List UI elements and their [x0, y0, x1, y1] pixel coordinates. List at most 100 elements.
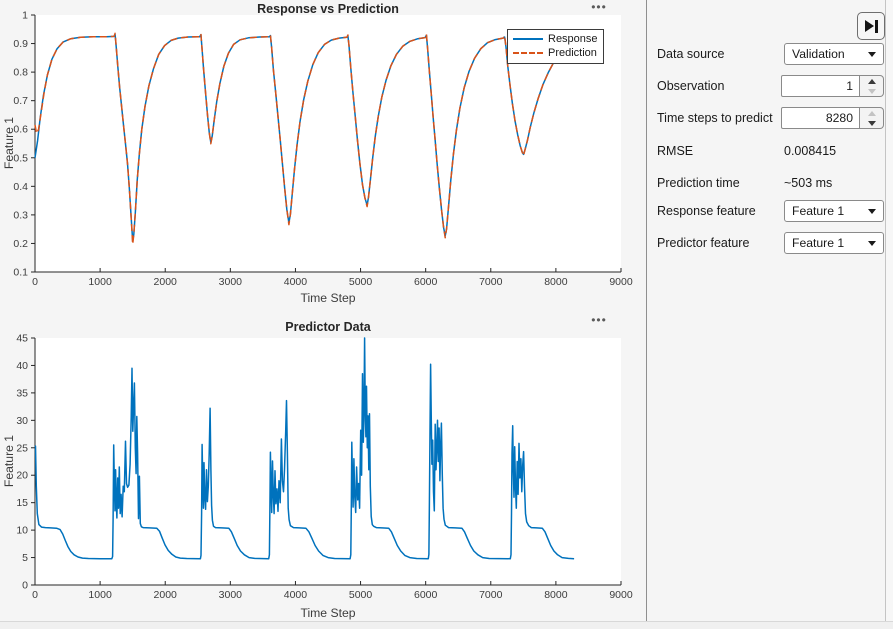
svg-text:7000: 7000: [479, 276, 503, 288]
chevron-down-icon: [868, 241, 876, 246]
svg-text:0.7: 0.7: [13, 95, 28, 107]
legend-entry-response: Response: [513, 32, 598, 46]
chart-title: Predictor Data: [35, 320, 621, 334]
svg-text:25: 25: [16, 442, 28, 454]
observation-row: Observation 1: [647, 75, 886, 97]
svg-text:0.8: 0.8: [13, 67, 28, 79]
response-feature-row: Response feature Feature 1: [647, 200, 886, 222]
svg-text:5000: 5000: [349, 276, 373, 288]
response-line-sample: [513, 38, 543, 40]
predictor-feature-row: Predictor feature Feature 1: [647, 232, 886, 254]
predictor-feature-value: Feature 1: [785, 236, 868, 250]
time-steps-arrows: [860, 107, 884, 129]
legend-label: Response: [543, 33, 598, 45]
svg-text:5000: 5000: [349, 589, 373, 601]
chart-title: Response vs Prediction: [35, 2, 621, 16]
svg-text:1: 1: [22, 10, 28, 22]
observation-spinner: 1: [781, 75, 884, 97]
skip-to-end-icon: [865, 20, 874, 32]
rmse-value: 0.008415: [784, 140, 836, 162]
predictor-feature-label: Predictor feature: [657, 232, 749, 254]
predictor-data-chart: 0 5 10 15 20 25 30 35 40 45 0 1000 2000 3000 4000 5000 6…: [0, 306, 646, 629]
chevron-down-icon: [868, 209, 876, 214]
svg-text:1000: 1000: [88, 589, 112, 601]
skip-to-end-icon-bar: [875, 20, 878, 33]
svg-text:3000: 3000: [219, 589, 243, 601]
svg-text:0.1: 0.1: [13, 267, 28, 279]
observation-arrows: [860, 75, 884, 97]
svg-text:2000: 2000: [154, 276, 178, 288]
axes-options-ellipsis-icon[interactable]: •••: [586, 314, 612, 328]
prediction-time-label: Prediction time: [657, 172, 740, 194]
window-right-edge: [885, 0, 893, 629]
legend-label: Prediction: [543, 47, 597, 59]
control-panel: Data source Validation Observation 1 Tim…: [646, 0, 885, 629]
svg-text:30: 30: [16, 415, 28, 427]
rmse-label: RMSE: [657, 140, 693, 162]
prediction-line-sample: [513, 52, 543, 54]
y-axis-label: Feature 1: [2, 117, 16, 169]
legend-entry-prediction: Prediction: [513, 46, 598, 60]
x-axis-label: Time Step: [35, 291, 621, 305]
svg-text:3000: 3000: [219, 276, 243, 288]
data-source-value: Validation: [785, 47, 868, 61]
response-vs-prediction-chart: 0.10.20.30.40.50.60.70.80.91010002000300…: [0, 0, 646, 306]
legend: Response Prediction: [507, 29, 604, 64]
time-steps-increment-button[interactable]: [860, 108, 883, 118]
time-steps-spinner: 8280: [781, 107, 884, 129]
svg-text:15: 15: [16, 497, 28, 509]
svg-text:6000: 6000: [414, 276, 438, 288]
svg-text:8000: 8000: [544, 589, 568, 601]
svg-text:8000: 8000: [544, 276, 568, 288]
arrow-down-icon: [868, 121, 876, 126]
axes-options-ellipsis-icon[interactable]: •••: [586, 1, 612, 15]
svg-text:10: 10: [16, 525, 28, 537]
svg-text:0.2: 0.2: [13, 238, 28, 250]
svg-text:0.3: 0.3: [13, 209, 28, 221]
svg-text:5: 5: [22, 552, 28, 564]
window-bottom-edge: [0, 621, 893, 629]
arrow-down-icon: [868, 89, 876, 94]
run-to-end-button[interactable]: [857, 12, 885, 40]
observation-increment-button[interactable]: [860, 76, 883, 86]
response-feature-value: Feature 1: [785, 204, 868, 218]
svg-text:7000: 7000: [479, 589, 503, 601]
svg-text:0: 0: [22, 580, 28, 592]
svg-text:1000: 1000: [88, 276, 112, 288]
svg-text:2000: 2000: [154, 589, 178, 601]
observation-label: Observation: [657, 75, 724, 97]
observation-field[interactable]: 1: [781, 75, 860, 97]
prediction-time-row: Prediction time ~503 ms: [647, 172, 886, 194]
time-steps-decrement-button[interactable]: [860, 118, 883, 128]
svg-text:0: 0: [32, 276, 38, 288]
observation-decrement-button[interactable]: [860, 86, 883, 96]
y-axis-label: Feature 1: [2, 435, 16, 487]
svg-text:35: 35: [16, 387, 28, 399]
response-feature-dropdown[interactable]: Feature 1: [784, 200, 884, 222]
response-feature-label: Response feature: [657, 200, 756, 222]
svg-text:4000: 4000: [284, 276, 308, 288]
data-source-dropdown[interactable]: Validation: [784, 43, 884, 65]
svg-text:9000: 9000: [609, 589, 633, 601]
data-source-label: Data source: [657, 43, 724, 65]
svg-text:40: 40: [16, 360, 28, 372]
svg-text:0.4: 0.4: [13, 181, 28, 193]
predictor-feature-dropdown[interactable]: Feature 1: [784, 232, 884, 254]
predictor-chart-canvas: 0 5 10 15 20 25 30 35 40 45 0 1000 2000 3000 4000 5000 6…: [0, 306, 646, 629]
x-axis-label: Time Step: [35, 606, 621, 620]
svg-text:9000: 9000: [609, 276, 633, 288]
prediction-time-value: ~503 ms: [784, 172, 832, 194]
svg-text:4000: 4000: [284, 589, 308, 601]
time-steps-label: Time steps to predict: [657, 107, 773, 129]
svg-text:6000: 6000: [414, 589, 438, 601]
time-steps-row: Time steps to predict 8280: [647, 107, 886, 129]
svg-text:20: 20: [16, 470, 28, 482]
data-source-row: Data source Validation: [647, 43, 886, 65]
chevron-down-icon: [868, 52, 876, 57]
rmse-row: RMSE 0.008415: [647, 140, 886, 162]
arrow-up-icon: [868, 111, 876, 116]
svg-text:0: 0: [32, 589, 38, 601]
svg-text:0.9: 0.9: [13, 38, 28, 50]
svg-text:45: 45: [16, 333, 28, 345]
time-steps-field[interactable]: 8280: [781, 107, 860, 129]
